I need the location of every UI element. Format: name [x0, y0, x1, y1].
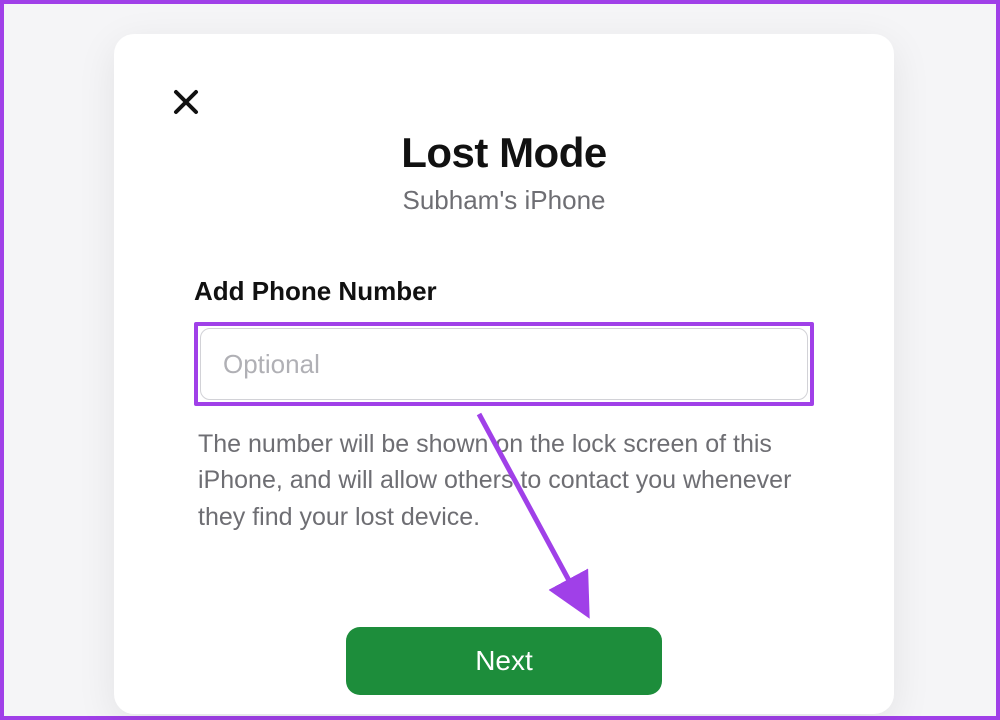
annotation-input-highlight	[194, 322, 814, 406]
phone-input[interactable]	[200, 328, 808, 400]
dialog-subtitle: Subham's iPhone	[154, 185, 854, 216]
form-area: Add Phone Number The number will be show…	[154, 276, 854, 535]
close-button[interactable]	[166, 82, 206, 122]
phone-label: Add Phone Number	[194, 276, 814, 307]
dialog-header: Lost Mode Subham's iPhone	[154, 129, 854, 216]
close-icon	[171, 87, 201, 117]
next-button[interactable]: Next	[346, 627, 662, 695]
phone-description: The number will be shown on the lock scr…	[194, 426, 814, 535]
lost-mode-dialog: Lost Mode Subham's iPhone Add Phone Numb…	[114, 34, 894, 714]
dialog-title: Lost Mode	[154, 129, 854, 177]
